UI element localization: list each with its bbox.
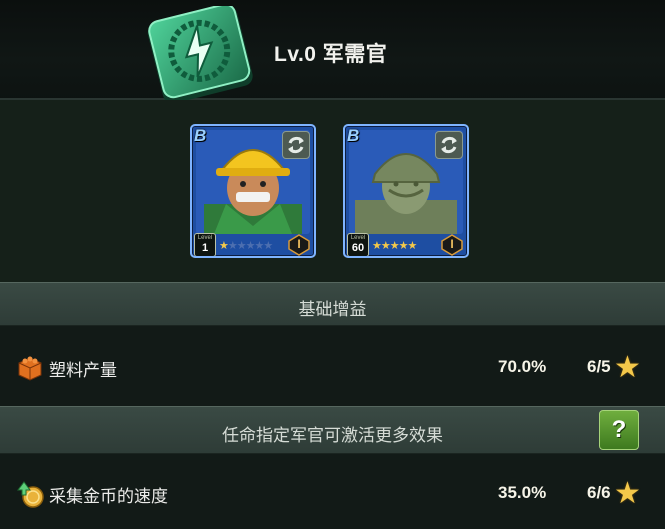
bonus-value: 70.0% (498, 357, 547, 376)
star-empty-icon: ★ (245, 240, 256, 252)
rank-label: I (450, 237, 454, 251)
swap-officer-button[interactable] (435, 131, 463, 159)
officer-card-2[interactable]: B Level 60 ★★★★★ I (343, 124, 469, 258)
assign-hint-text: 任命指定军官可激活更多效果 (222, 426, 443, 445)
bonus-label: 采集金币的速度 (49, 487, 168, 506)
lightning-laurel-emblem-icon (138, 3, 260, 104)
grade-badge: B (194, 126, 207, 145)
level-number: 1 (201, 242, 209, 254)
bonus-row-gold-speed: 采集金币的速度 35.0% 6/6 ★ (0, 454, 665, 529)
star-empty-icon: ★ (227, 240, 238, 252)
refresh-icon (441, 136, 457, 154)
bonus-count: 6/5 (587, 357, 611, 376)
star-filled-icon: ★ (407, 240, 418, 252)
rank-badge: I (288, 234, 310, 256)
officer-card-1[interactable]: B Level 1 ★★★★★★ I (190, 124, 316, 258)
level-badge: Level 1 (194, 233, 216, 256)
star-rating: ★★★★★ (372, 240, 418, 252)
bonus-row-plastic: 塑料产量 70.0% 6/5 ★ (0, 326, 665, 406)
level-number: 60 (351, 242, 365, 254)
bonus-count: 6/6 (587, 483, 611, 502)
rank-badge: I (441, 234, 463, 256)
section-header-base-bonus: 基础增益 (0, 282, 665, 326)
gold-coin-up-icon (16, 480, 46, 510)
level-badge: Level 60 (347, 233, 369, 256)
star-rating: ★★★★★★ (219, 240, 273, 252)
star-filled-icon: ★ (219, 240, 229, 252)
swap-officer-button[interactable] (282, 131, 310, 159)
section-header-label: 基础增益 (298, 300, 367, 319)
level-caption: Level (350, 235, 366, 241)
bonus-value: 35.0% (498, 483, 547, 502)
star-filled-icon: ★ (389, 240, 400, 252)
rank-label: I (297, 237, 301, 251)
grade-badge: B (347, 126, 360, 145)
star-empty-icon: ★ (263, 240, 273, 252)
officer-slots-panel (0, 100, 665, 282)
page-title: Lv.0 军需官 (274, 43, 388, 66)
star-filled-icon: ★ (372, 240, 382, 252)
assign-officer-bar: 任命指定军官可激活更多效果 (0, 406, 665, 454)
refresh-icon (288, 136, 304, 154)
star-empty-icon: ★ (236, 240, 247, 252)
star-icon: ★ (614, 351, 641, 384)
star-filled-icon: ★ (380, 240, 391, 252)
plastic-bricks-icon (16, 353, 44, 381)
star-icon: ★ (614, 477, 641, 510)
bonus-label: 塑料产量 (49, 361, 117, 380)
help-button[interactable]: ? (599, 410, 639, 450)
level-caption: Level (197, 235, 213, 241)
star-filled-icon: ★ (398, 240, 409, 252)
